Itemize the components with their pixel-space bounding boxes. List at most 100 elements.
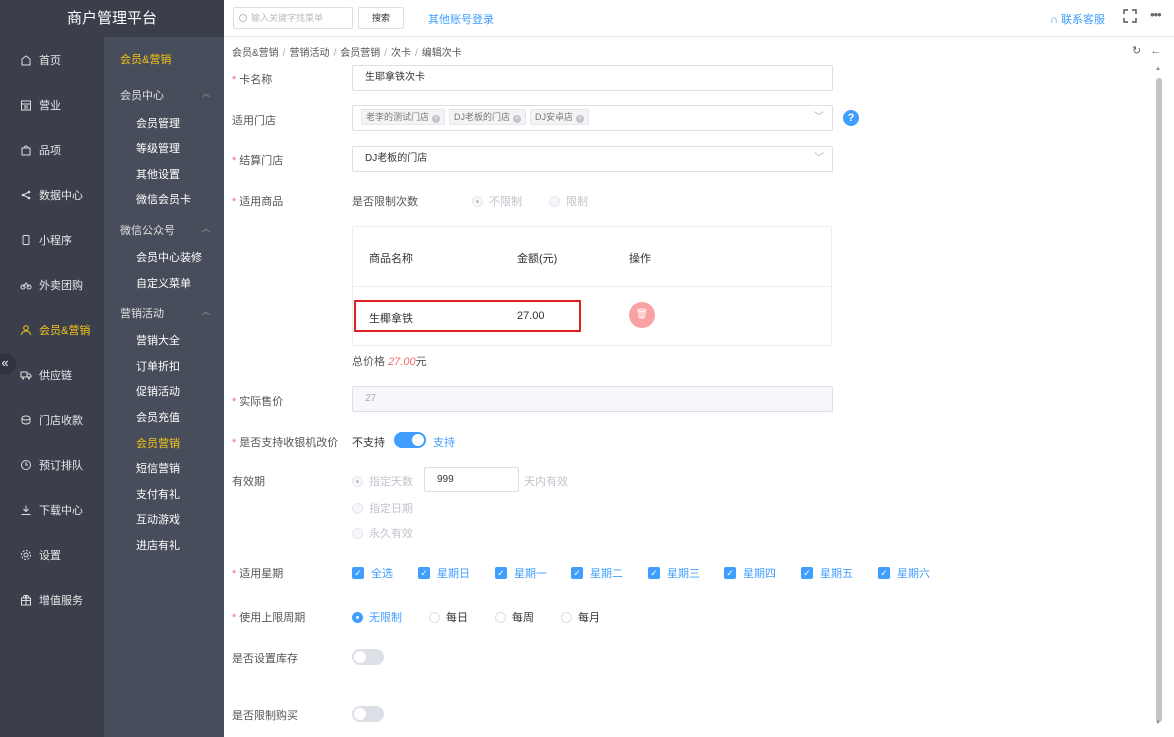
subnav-promotion[interactable]: 促销活动 xyxy=(136,383,180,399)
radio-forever[interactable]: 永久有效 xyxy=(352,525,413,541)
checkbox-tuesday[interactable]: ✓ 星期二 xyxy=(571,565,623,581)
breadcrumb-item[interactable]: 会员营销 xyxy=(340,48,380,59)
home-icon xyxy=(20,54,32,66)
checkbox-thursday[interactable]: ✓ 星期四 xyxy=(724,565,776,581)
col-product-name: 商品名称 xyxy=(369,253,413,265)
radio-weekly[interactable]: 每周 xyxy=(495,609,534,625)
radio-limited[interactable]: 限制 xyxy=(549,193,588,209)
calendar-icon xyxy=(20,99,32,111)
scroll-down-icon[interactable]: ▼ xyxy=(1155,720,1161,726)
download-icon xyxy=(20,504,32,516)
nav-item-value-added[interactable]: 增值服务 xyxy=(0,589,104,611)
user-icon xyxy=(20,324,32,336)
close-icon[interactable]: × xyxy=(513,115,522,124)
price-input[interactable]: 27 xyxy=(352,386,833,412)
nav-item-reservation[interactable]: 预订排队 xyxy=(0,454,104,476)
checkbox-saturday[interactable]: ✓ 星期六 xyxy=(878,565,930,581)
checkbox-friday[interactable]: ✓ 星期五 xyxy=(801,565,853,581)
scrollbar-thumb[interactable] xyxy=(1156,78,1162,722)
checkbox-all[interactable]: ✓ 全选 xyxy=(352,565,393,581)
breadcrumb: 会员&营销 / 营销活动 / 会员营销 / 次卡 / 编辑次卡 xyxy=(232,48,462,59)
stock-toggle[interactable] xyxy=(352,649,384,665)
card-name-input[interactable]: 生耶拿铁次卡 xyxy=(352,65,833,91)
card-name-label: * 卡名称 xyxy=(232,74,273,86)
subnav-member-recharge[interactable]: 会员充值 xyxy=(136,409,180,425)
scroll-up-icon[interactable]: ▲ xyxy=(1155,66,1161,72)
products-label: * 适用商品 xyxy=(232,196,284,208)
nav-item-settings[interactable]: 设置 xyxy=(0,544,104,566)
nav-item-products[interactable]: 品项 xyxy=(0,139,104,161)
other-account-login-link[interactable]: 其他账号登录 xyxy=(428,11,494,27)
chevron-down-icon: ﹀ xyxy=(814,153,824,164)
cashier-toggle[interactable] xyxy=(394,432,426,448)
subnav-wechat-card[interactable]: 微信会员卡 xyxy=(136,191,191,207)
nav-item-data[interactable]: 数据中心 xyxy=(0,184,104,206)
highlight-box xyxy=(354,300,581,332)
period-label: * 使用上限周期 xyxy=(232,612,306,624)
close-icon[interactable]: × xyxy=(432,115,441,124)
stores-select[interactable]: 老李的测试门店 × DJ老板的门店 × DJ安卓店 × ﹀ xyxy=(352,105,833,131)
subnav-pay-gift[interactable]: 支付有礼 xyxy=(136,486,180,502)
more-menu-icon[interactable]: ••• xyxy=(1150,7,1162,22)
subnav-games[interactable]: 互动游戏 xyxy=(136,511,180,527)
days-input[interactable]: 999 xyxy=(424,467,519,492)
top-bar: 输入关键字找菜单 搜索 其他账号登录 ∩ 联系客服 ••• xyxy=(224,0,1174,37)
subnav-visit-gift[interactable]: 进店有礼 xyxy=(136,537,180,553)
nav-item-home[interactable]: 首页 xyxy=(0,49,104,71)
fullscreen-icon[interactable] xyxy=(1123,9,1137,23)
back-arrow-icon[interactable]: ← xyxy=(1150,45,1161,57)
breadcrumb-item[interactable]: 次卡 xyxy=(391,48,411,59)
subnav-member-marketing[interactable]: 会员营销 xyxy=(136,435,180,451)
refresh-icon[interactable]: ↻ xyxy=(1132,45,1141,57)
customer-service-link[interactable]: ∩ 联系客服 xyxy=(1050,11,1105,27)
subnav-custom-menu[interactable]: 自定义菜单 xyxy=(136,275,191,291)
group-wechat-official[interactable]: 微信公众号 xyxy=(120,222,175,238)
radio-daily[interactable]: 每日 xyxy=(429,609,468,625)
checkbox-monday[interactable]: ✓ 星期一 xyxy=(495,565,547,581)
delete-icon[interactable]: 🗑 xyxy=(629,302,655,328)
subnav-member-decor[interactable]: 会员中心装修 xyxy=(136,249,202,265)
group-member-center[interactable]: 会员中心 xyxy=(120,87,164,103)
nav-item-delivery[interactable]: 外卖团购 xyxy=(0,274,104,296)
bike-icon xyxy=(20,279,32,291)
breadcrumb-item[interactable]: 营销活动 xyxy=(289,48,329,59)
group-marketing[interactable]: 营销活动 xyxy=(120,305,164,321)
radio-days[interactable]: 指定天数 xyxy=(352,473,413,489)
radio-monthly[interactable]: 每月 xyxy=(561,609,600,625)
nav-item-member-marketing[interactable]: 会员&营销 xyxy=(0,319,104,341)
help-icon[interactable]: ? xyxy=(843,110,859,126)
subnav-order-discount[interactable]: 订单折扣 xyxy=(136,358,180,374)
close-icon[interactable]: × xyxy=(576,115,585,124)
purchase-toggle[interactable] xyxy=(352,706,384,722)
nav-item-payment[interactable]: 门店收款 xyxy=(0,409,104,431)
checkbox-wednesday[interactable]: ✓ 星期三 xyxy=(648,565,700,581)
secondary-sidebar: 会员&营销 会员中心 ︿ 会员管理 等级管理 其他设置 微信会员卡 微信公众号 … xyxy=(104,37,224,737)
subnav-sms-marketing[interactable]: 短信营销 xyxy=(136,460,180,476)
bag-icon xyxy=(20,144,32,156)
nav-item-miniapp[interactable]: 小程序 xyxy=(0,229,104,251)
radio-unlimited[interactable]: 不限制 xyxy=(472,193,522,209)
scrollbar[interactable]: ▲ ▼ xyxy=(1155,66,1163,732)
brand-title: 商户管理平台 xyxy=(0,0,224,37)
nav-item-supply[interactable]: 供应链 xyxy=(0,364,104,386)
cashier-off-text: 不支持 xyxy=(352,437,385,449)
subnav-level-manage[interactable]: 等级管理 xyxy=(136,140,180,156)
checkbox-sunday[interactable]: ✓ 星期日 xyxy=(418,565,470,581)
nav-item-business[interactable]: 营业 xyxy=(0,94,104,116)
settle-store-select[interactable]: DJ老板的门店 ﹀ xyxy=(352,146,833,172)
stock-label: 是否设置库存 xyxy=(232,653,298,665)
radio-no-limit[interactable]: 无限制 xyxy=(352,609,402,625)
subnav-member-manage[interactable]: 会员管理 xyxy=(136,115,180,131)
check-icon: ✓ xyxy=(878,567,890,579)
chevron-up-icon: ︿ xyxy=(202,89,210,98)
radio-date[interactable]: 指定日期 xyxy=(352,500,413,516)
menu-search-input[interactable]: 输入关键字找菜单 xyxy=(233,7,353,29)
stores-label: 适用门店 xyxy=(232,115,276,127)
coin-icon xyxy=(20,414,32,426)
nav-item-download[interactable]: 下载中心 xyxy=(0,499,104,521)
breadcrumb-item[interactable]: 会员&营销 xyxy=(232,48,279,59)
subnav-other-settings[interactable]: 其他设置 xyxy=(136,166,180,182)
check-icon: ✓ xyxy=(418,567,430,579)
search-button[interactable]: 搜索 xyxy=(358,7,404,29)
subnav-marketing-all[interactable]: 营销大全 xyxy=(136,332,180,348)
